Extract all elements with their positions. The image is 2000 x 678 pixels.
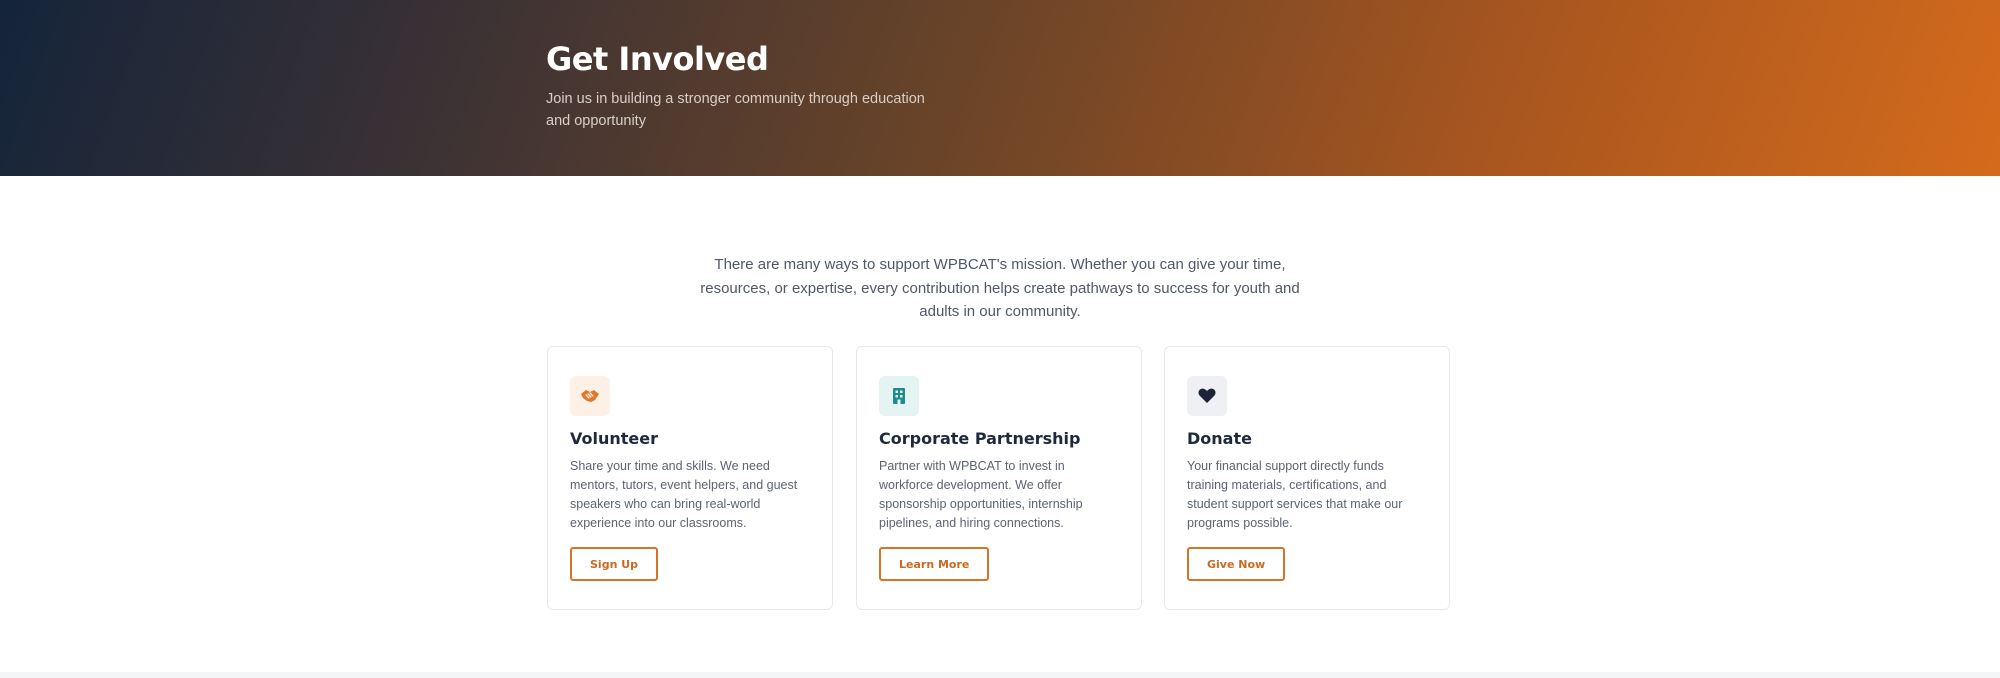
corporate-partnership-card: Corporate Partnership Partner with WPBCA… bbox=[856, 346, 1142, 610]
handshake-icon bbox=[570, 376, 610, 416]
learn-more-button[interactable]: Learn More bbox=[879, 547, 990, 581]
next-section-edge bbox=[0, 672, 2000, 678]
hero-content: Get Involved Join us in building a stron… bbox=[546, 40, 936, 132]
intro-paragraph: There are many ways to support WPBCAT's … bbox=[700, 256, 1300, 320]
page-title: Get Involved bbox=[546, 40, 769, 78]
corporate-partnership-description: Partner with WPBCAT to invest in workfor… bbox=[879, 459, 1083, 530]
hero-subtitle: Join us in building a stronger community… bbox=[546, 91, 925, 129]
hero-banner: Get Involved Join us in building a stron… bbox=[0, 0, 2000, 176]
corporate-partnership-title: Corporate Partnership bbox=[879, 429, 1081, 448]
building-icon bbox=[879, 376, 919, 416]
give-now-button[interactable]: Give Now bbox=[1187, 547, 1286, 581]
volunteer-card: Volunteer Share your time and skills. We… bbox=[547, 346, 833, 610]
sign-up-button[interactable]: Sign Up bbox=[570, 547, 659, 581]
volunteer-description: Share your time and skills. We need ment… bbox=[570, 459, 798, 530]
donate-title: Donate bbox=[1187, 429, 1252, 448]
volunteer-title: Volunteer bbox=[570, 429, 659, 448]
donate-description: Your financial support directly funds tr… bbox=[1187, 459, 1403, 530]
heart-icon bbox=[1187, 376, 1227, 416]
donate-card: Donate Your financial support directly f… bbox=[1164, 346, 1450, 610]
